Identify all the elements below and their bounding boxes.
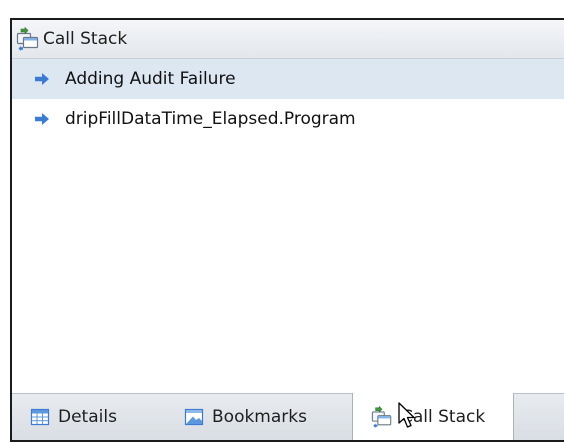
call-stack-list: Adding Audit Failure dripFillDataTime_El…: [12, 59, 564, 139]
bookmark-icon: [184, 407, 204, 427]
frame-label: dripFillDataTime_Elapsed.Program: [65, 109, 356, 129]
arrow-right-icon: [35, 73, 49, 85]
frame-label: Adding Audit Failure: [65, 69, 236, 89]
tab-call-stack[interactable]: Call Stack: [352, 393, 514, 440]
call-stack-frame-row[interactable]: dripFillDataTime_Elapsed.Program: [12, 99, 564, 139]
panel-header: Call Stack: [12, 20, 564, 59]
tab-label: Call Stack: [401, 406, 486, 427]
tab-bookmarks[interactable]: Bookmarks: [184, 394, 307, 439]
tab-details[interactable]: Details: [30, 394, 117, 439]
tab-label: Details: [58, 406, 117, 427]
call-stack-frame-row[interactable]: Adding Audit Failure: [12, 59, 564, 99]
panel-title: Call Stack: [43, 29, 128, 49]
arrow-right-icon: [35, 113, 49, 125]
call-stack-panel: Call Stack Adding Audit Failure dripFill…: [10, 18, 564, 442]
call-stack-icon: [16, 27, 40, 51]
table-icon: [30, 407, 50, 427]
call-stack-icon: [371, 405, 393, 428]
tab-label: Bookmarks: [212, 406, 307, 427]
bottom-tab-bar: Details Bookmarks Call Stack: [12, 393, 564, 440]
